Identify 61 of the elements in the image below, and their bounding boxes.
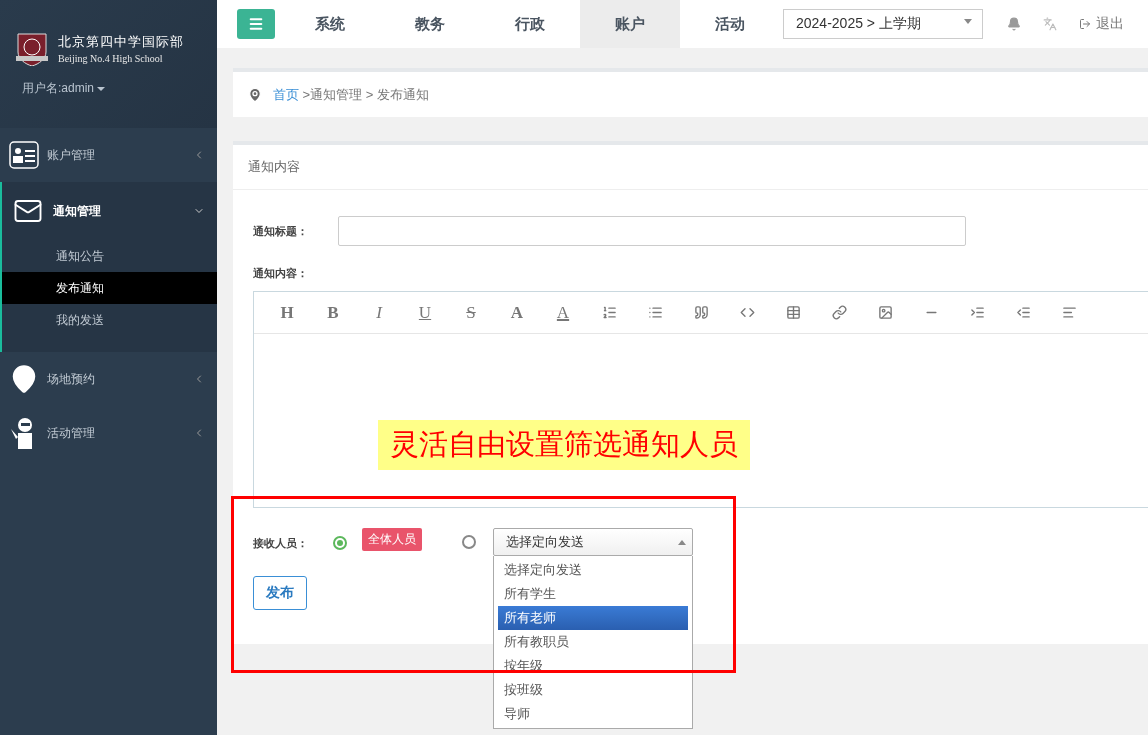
field-label: 通知标题： [253, 223, 308, 239]
submenu-item[interactable]: 发布通知 [2, 272, 217, 304]
location-icon [247, 86, 263, 103]
nav-tab[interactable]: 教务 [380, 0, 480, 48]
title-input[interactable] [338, 216, 966, 246]
menu-button[interactable] [237, 9, 275, 39]
dropdown-option[interactable]: 所有老师 [498, 606, 688, 630]
bold-button[interactable]: B [310, 297, 356, 328]
nav-tab[interactable]: 活动 [680, 0, 780, 48]
image-icon [877, 305, 893, 320]
dropdown-option[interactable]: 所有教职员 [498, 630, 688, 654]
bullet-list-icon [647, 305, 663, 320]
menu-item[interactable]: 场地预约 [0, 352, 217, 406]
menu-item[interactable]: 活动管理 [0, 406, 217, 460]
publish-button[interactable]: 发布 [253, 576, 307, 610]
nav-tab[interactable]: 账户 [580, 0, 680, 48]
font-button[interactable]: A [494, 297, 540, 328]
bell-icon[interactable] [1007, 17, 1021, 31]
nav-tab[interactable]: 行政 [480, 0, 580, 48]
recipient-select[interactable]: 选择定向发送 [493, 528, 693, 556]
nav-tab[interactable]: 系统 [280, 0, 380, 48]
dropdown-option[interactable]: 按班级 [498, 678, 688, 702]
user-menu[interactable]: 用户名:admin [22, 80, 217, 97]
link-icon [831, 305, 847, 320]
translate-icon[interactable] [1043, 17, 1057, 31]
home-link[interactable]: 首页 [273, 86, 299, 102]
logout-link[interactable]: 退出 [1079, 15, 1124, 33]
radio-button[interactable] [333, 536, 347, 550]
dropdown-option[interactable]: 选择定向发送 [498, 558, 688, 582]
menu-icon [248, 16, 264, 32]
font-color-button[interactable]: A [540, 297, 586, 328]
card-title: 通知内容 [233, 145, 1148, 190]
submenu-item[interactable]: 我的发送 [2, 304, 217, 336]
dropdown-option[interactable]: 导师 [498, 702, 688, 726]
indent-icon [969, 305, 985, 320]
school-subtitle: Beijing No.4 High School [58, 52, 164, 64]
school-crest-icon [14, 30, 50, 66]
id-card-icon [9, 141, 39, 169]
numbered-list-icon [601, 305, 617, 320]
dropdown-option[interactable]: 所有学生 [498, 582, 688, 606]
underline-button[interactable]: U [402, 297, 448, 328]
field-label: 通知内容： [253, 266, 308, 281]
strikethrough-button[interactable]: S [448, 297, 494, 328]
quote-icon [693, 305, 709, 320]
all-staff-tag: 全体人员 [362, 528, 422, 551]
field-label: 接收人员： [253, 536, 308, 551]
menu-item[interactable]: 通知管理 [2, 182, 217, 240]
submenu-item[interactable]: 通知公告 [2, 240, 217, 272]
term-select[interactable]: 2024-2025 > 上学期 [783, 9, 983, 39]
code-icon [739, 305, 755, 320]
school-name: 北京第四中学国际部 [58, 32, 184, 51]
table-icon [785, 305, 801, 320]
radio-button[interactable] [462, 535, 476, 549]
breadcrumb: 首页 >通知管理 > 发布通知 [273, 85, 430, 104]
heading-button[interactable]: H [264, 297, 310, 328]
italic-button[interactable]: I [356, 297, 402, 328]
logout-icon [1079, 18, 1091, 30]
align-left-icon [1061, 305, 1077, 320]
outdent-icon [1015, 305, 1031, 320]
annotation-callout: 灵活自由设置筛选通知人员 [378, 420, 750, 470]
menu-item[interactable]: 账户管理 [0, 128, 217, 182]
